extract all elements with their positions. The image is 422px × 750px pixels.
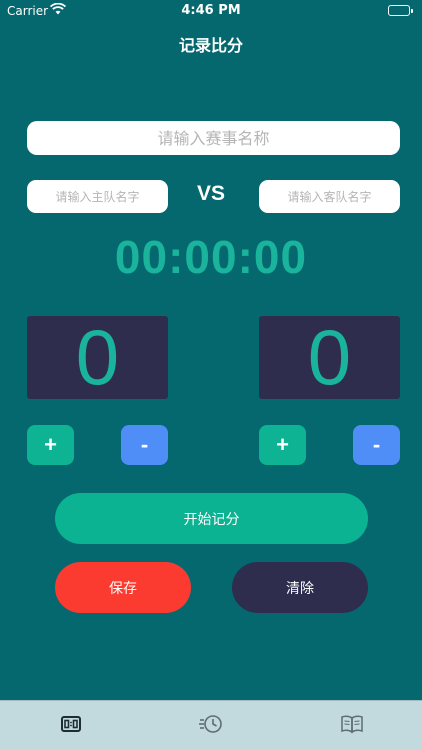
battery-icon bbox=[388, 5, 413, 16]
away-team-input[interactable] bbox=[259, 180, 400, 213]
book-icon bbox=[340, 714, 364, 738]
plus-label: + bbox=[276, 432, 289, 457]
status-bar: Carrier 4:46 PM bbox=[0, 0, 422, 22]
start-label: 开始记分 bbox=[183, 511, 240, 528]
home-increment-button[interactable]: + bbox=[27, 425, 74, 465]
save-button[interactable]: 保存 bbox=[55, 562, 191, 613]
status-time: 4:46 PM bbox=[181, 3, 241, 18]
start-scoring-button[interactable]: 开始记分 bbox=[55, 493, 368, 544]
home-decrement-button[interactable]: - bbox=[121, 425, 168, 465]
page-title: 记录比分 bbox=[178, 36, 243, 55]
away-score-value: 0 bbox=[307, 313, 352, 401]
minus-label: - bbox=[140, 432, 149, 457]
tab-rules[interactable] bbox=[340, 715, 364, 737]
battery-nub bbox=[411, 9, 413, 13]
away-decrement-button[interactable]: - bbox=[353, 425, 400, 465]
history-icon bbox=[199, 714, 223, 738]
vs-label: VS bbox=[196, 182, 225, 205]
plus-label: + bbox=[44, 432, 57, 457]
clear-button[interactable]: 清除 bbox=[232, 562, 368, 613]
tab-scoreboard[interactable] bbox=[59, 715, 83, 737]
home-score-value: 0 bbox=[75, 313, 120, 401]
clear-label: 清除 bbox=[286, 580, 314, 597]
away-score-display: 0 bbox=[259, 313, 400, 401]
match-name-input[interactable] bbox=[27, 121, 400, 155]
home-score-display: 0 bbox=[27, 313, 168, 401]
scoreboard-icon bbox=[61, 715, 81, 737]
minus-label: - bbox=[372, 432, 381, 457]
home-team-input[interactable] bbox=[27, 180, 168, 213]
tab-bar bbox=[0, 700, 422, 750]
tab-history[interactable] bbox=[199, 715, 223, 737]
save-label: 保存 bbox=[109, 580, 137, 597]
away-increment-button[interactable]: + bbox=[259, 425, 306, 465]
match-timer: 00:00:00 bbox=[114, 231, 308, 283]
